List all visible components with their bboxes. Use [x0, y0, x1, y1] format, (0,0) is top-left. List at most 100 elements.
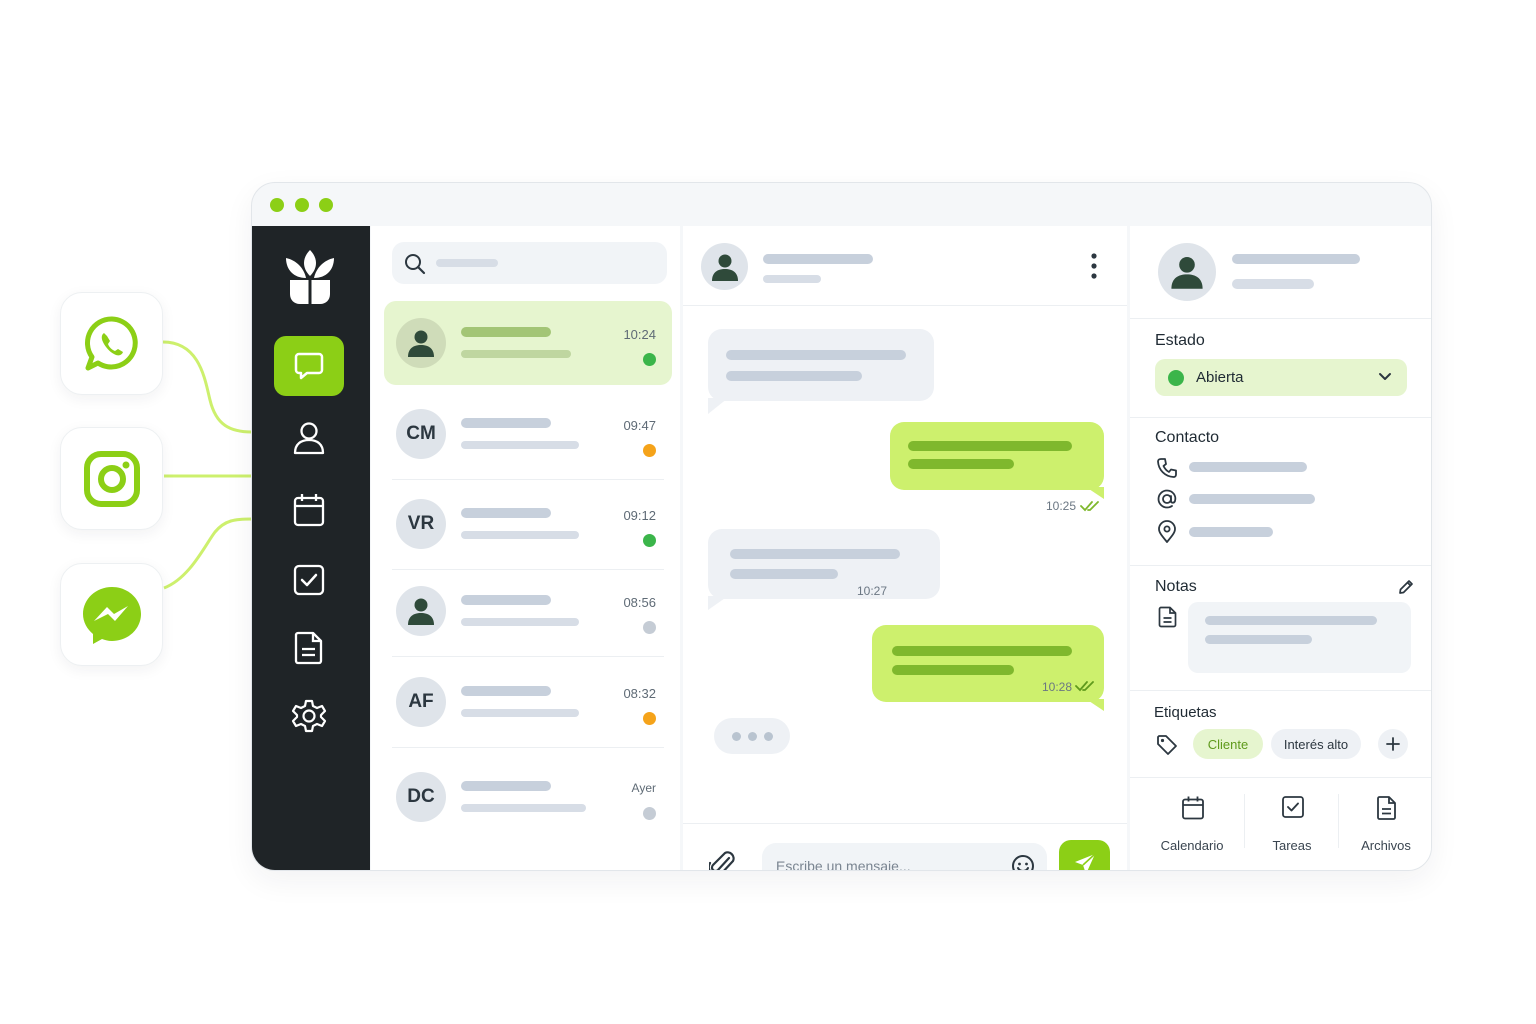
estado-value: Abierta	[1196, 369, 1244, 386]
status-dot	[643, 534, 656, 547]
paperclip-icon[interactable]	[709, 849, 737, 871]
name-skeleton	[461, 595, 551, 605]
checkbox-icon	[293, 564, 325, 596]
user-icon	[293, 422, 325, 455]
nav-tasks[interactable]	[274, 550, 344, 610]
checkbox-icon	[1282, 796, 1304, 818]
name-skeleton	[461, 418, 551, 428]
nav-calendar[interactable]	[274, 480, 344, 540]
chat-header	[683, 226, 1127, 306]
message-composer	[762, 843, 1047, 871]
more-vertical-icon[interactable]	[1087, 252, 1101, 282]
notas-title: Notas	[1155, 578, 1197, 595]
window-control-dot[interactable]	[319, 198, 333, 212]
conversation-item[interactable]: VR 09:12	[384, 482, 672, 570]
contact-name-skeleton	[1232, 254, 1360, 264]
send-button[interactable]	[1059, 840, 1110, 870]
preview-skeleton	[461, 618, 579, 626]
plus-icon	[1386, 737, 1400, 751]
etiquetas-title: Etiquetas	[1154, 704, 1217, 721]
conversation-time: 08:56	[623, 595, 656, 610]
preview-skeleton	[461, 709, 579, 717]
conversation-item[interactable]: 10:24	[384, 301, 672, 385]
document-icon	[1377, 796, 1396, 820]
files-button[interactable]: Archivos	[1338, 792, 1431, 862]
estado-dropdown[interactable]: Abierta	[1155, 359, 1407, 396]
message-time: 10:27	[857, 584, 888, 598]
message-bubble-out: 10:28	[872, 625, 1104, 702]
divider	[1130, 690, 1431, 691]
avatar: AF	[396, 677, 446, 727]
bubble-tail	[1086, 699, 1104, 711]
message-bubble-out	[890, 422, 1104, 490]
files-label: Archivos	[1361, 838, 1411, 853]
name-skeleton	[461, 327, 551, 337]
nav-chats[interactable]	[274, 336, 344, 396]
nav-documents[interactable]	[274, 618, 344, 678]
tag-icon	[1157, 735, 1177, 755]
double-check-icon	[1075, 681, 1094, 692]
divider	[1130, 565, 1431, 566]
divider	[392, 747, 664, 748]
preview-skeleton	[461, 804, 586, 812]
conversation-time: Ayer	[631, 781, 656, 795]
emoji-icon[interactable]	[1011, 854, 1035, 871]
calendar-icon	[293, 494, 325, 527]
window-control-dot[interactable]	[295, 198, 309, 212]
sidebar	[252, 226, 370, 870]
message-input[interactable]	[776, 843, 1006, 870]
contacto-title: Contacto	[1155, 429, 1220, 446]
phone-icon	[1157, 458, 1177, 478]
instagram-icon	[83, 450, 140, 507]
avatar[interactable]	[701, 243, 748, 290]
status-dot	[643, 353, 656, 366]
instagram-channel[interactable]	[60, 427, 163, 530]
gear-icon	[291, 699, 327, 733]
status-dot	[643, 621, 656, 634]
message-time: 10:28	[1042, 680, 1073, 694]
nav-contacts[interactable]	[274, 408, 344, 468]
contact-sub-skeleton	[763, 275, 821, 283]
add-tag-button[interactable]	[1378, 729, 1408, 759]
status-dot	[1168, 370, 1184, 386]
conversation-item[interactable]: CM 09:47	[384, 392, 672, 480]
name-skeleton	[461, 781, 551, 791]
nav-settings[interactable]	[274, 686, 344, 746]
composer-divider	[683, 823, 1127, 824]
conversation-time: 09:47	[623, 418, 656, 433]
bubble-tail	[1086, 487, 1104, 499]
window-control-dot[interactable]	[270, 198, 284, 212]
whatsapp-icon	[84, 315, 138, 370]
email-skeleton	[1189, 494, 1315, 504]
calendar-button[interactable]: Calendario	[1144, 792, 1240, 862]
conversation-item[interactable]: 08:56	[384, 569, 672, 657]
address-skeleton	[1189, 527, 1273, 537]
whatsapp-channel[interactable]	[60, 292, 163, 395]
search-bar[interactable]	[392, 242, 667, 284]
conversation-item[interactable]: AF 08:32	[384, 660, 672, 748]
bubble-tail	[708, 398, 728, 414]
avatar: CM	[396, 409, 446, 459]
tag-interes-alto[interactable]: Interés alto	[1271, 729, 1361, 759]
app-window: 10:24 CM 09:47 VR 09:12 08:56 AF 08:32 DC Ayer	[251, 182, 1432, 871]
divider	[1130, 777, 1431, 778]
user-avatar-icon	[1171, 257, 1203, 289]
conversation-time: 08:32	[623, 686, 656, 701]
divider	[392, 479, 664, 480]
tag-cliente[interactable]: Cliente	[1193, 729, 1263, 759]
divider	[1130, 318, 1431, 319]
edit-pencil-icon[interactable]	[1397, 578, 1415, 596]
messenger-channel[interactable]	[60, 563, 163, 666]
estado-title: Estado	[1155, 332, 1205, 349]
notes-box[interactable]	[1188, 602, 1411, 673]
avatar: VR	[396, 499, 446, 549]
user-avatar-icon	[408, 598, 434, 625]
conversation-item[interactable]: DC Ayer	[384, 755, 672, 839]
tasks-button[interactable]: Tareas	[1244, 792, 1340, 862]
send-icon	[1074, 853, 1096, 870]
calendar-label: Calendario	[1160, 838, 1224, 853]
conversation-list: 10:24 CM 09:47 VR 09:12 08:56 AF 08:32 DC Ayer	[371, 226, 680, 870]
avatar[interactable]	[1158, 243, 1216, 301]
message-time: 10:25	[1046, 499, 1077, 513]
location-pin-icon	[1158, 520, 1176, 543]
